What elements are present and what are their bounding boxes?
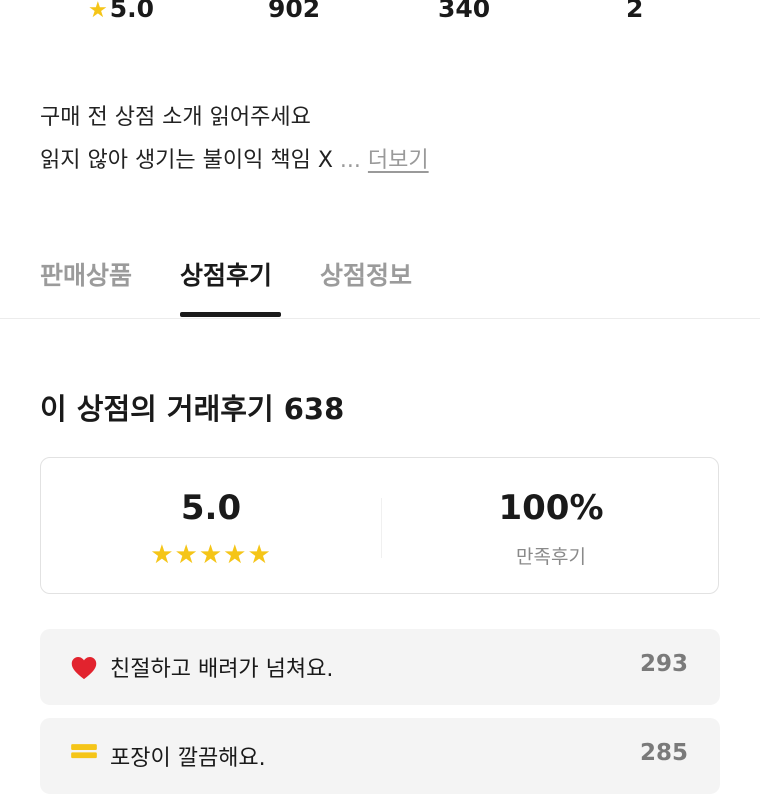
review-keyword-row[interactable]: 포장이 깔끔해요. 285 (40, 718, 720, 794)
review-summary-card: 5.0 ★★★★★ 100% 만족후기 (40, 457, 719, 594)
shop-tabs: 판매상품 상점후기 상점정보 (0, 250, 760, 319)
intro-ellipsis: ... (339, 148, 361, 173)
intro-line-2-wrap: 읽지 않아 생기는 불이익 책임 X ... 더보기 (40, 139, 429, 182)
tab-products[interactable]: 판매상품 (40, 256, 132, 292)
review-keyword-count: 285 (639, 740, 688, 766)
intro-line-2: 읽지 않아 생기는 불이익 책임 X (40, 148, 333, 173)
rating-summary: 5.0 ★★★★★ (41, 458, 381, 595)
heart-icon (71, 657, 97, 680)
review-keyword-count: 293 (639, 651, 688, 677)
stat-rating-value: 5.0 (109, 0, 155, 23)
stat-value: 902 (268, 0, 321, 23)
review-keyword-text: 포장이 깔끔해요. (110, 746, 266, 771)
stat-value: 2 (626, 0, 644, 23)
reviews-title: 이 상점의 거래후기 638 (40, 392, 345, 426)
review-keyword-row[interactable]: 친절하고 배려가 넘쳐요. 293 (40, 629, 720, 705)
review-keyword-text: 친절하고 배려가 넘쳐요. (110, 657, 334, 682)
satisfaction-value: 100% (498, 488, 604, 528)
rating-stars-icon: ★★★★★ (150, 540, 272, 570)
satisfaction-label: 만족후기 (516, 546, 586, 568)
rating-value: 5.0 (180, 488, 242, 528)
stat-value: 340 (438, 0, 491, 23)
shop-stats-bar: ★5.0 902 340 2 (0, 0, 760, 34)
satisfaction-summary: 100% 만족후기 (381, 458, 721, 595)
intro-line-1: 구매 전 상점 소개 읽어주세요 (40, 105, 311, 130)
tab-shop-info[interactable]: 상점정보 (320, 256, 412, 292)
box-icon (71, 744, 97, 759)
tab-reviews[interactable]: 상점후기 (180, 256, 272, 292)
shop-intro: 구매 전 상점 소개 읽어주세요 읽지 않아 생기는 불이익 책임 X ... … (40, 96, 429, 182)
more-link[interactable]: 더보기 (368, 148, 429, 173)
star-icon: ★ (88, 0, 108, 23)
stat-rating: ★5.0 (88, 0, 154, 23)
active-tab-indicator (180, 312, 281, 317)
